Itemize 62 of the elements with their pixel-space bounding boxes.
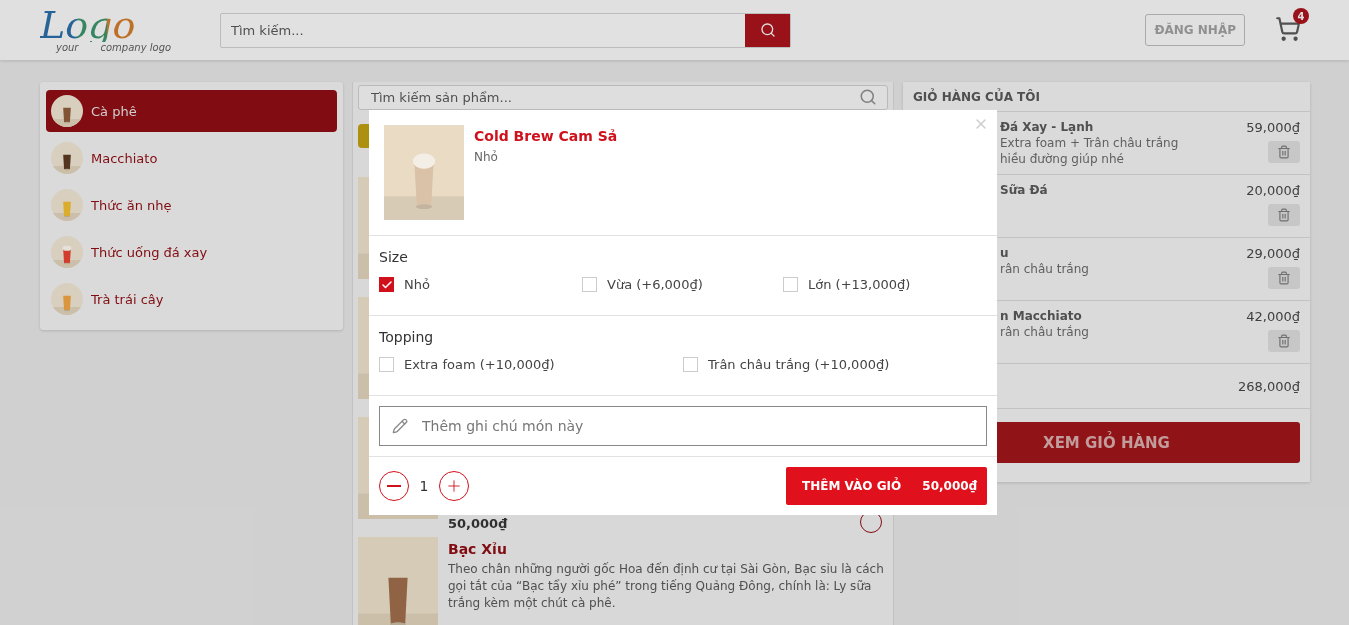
section-title: Size	[379, 249, 409, 265]
note-field[interactable]: Thêm ghi chú món này	[379, 406, 987, 446]
minus-icon	[387, 485, 401, 487]
cart-item-note: hiều đường giúp nhé	[1000, 152, 1125, 166]
cart-item-note: Extra foam + Trân châu trắng	[1000, 136, 1180, 150]
search-button[interactable]	[745, 13, 790, 47]
cart-item-name: Sữa Đá	[1000, 183, 1049, 197]
cart-count-badge: 4	[1293, 8, 1309, 24]
trash-icon	[1277, 145, 1291, 159]
option-label: Extra foam (+10,000₫)	[404, 357, 555, 372]
option-checkbox[interactable]: Extra foam (+10,000₫)	[379, 357, 683, 372]
delete-button[interactable]	[1268, 330, 1300, 352]
checkbox[interactable]	[379, 277, 394, 292]
cart-item-name: n Macchiato	[1000, 309, 1083, 323]
product-name[interactable]: Bạc Xỉu	[448, 541, 888, 557]
category-item[interactable]: Thức uống đá xay	[46, 231, 337, 273]
decrease-button[interactable]	[379, 471, 409, 501]
product-description: Theo chân những người gốc Hoa đến định cư tại Sài Gòn, Bạc sỉu là cách gọi tắt của “Bạc tẩy xỉu phé” trong tiếng Quảng Đông, chính là: Ly sữa trắng kèm một chút cà phê.	[448, 561, 885, 612]
category-item[interactable]: Thức ăn nhẹ	[46, 184, 337, 226]
trash-icon	[1277, 334, 1291, 348]
cart-item-note: rân châu trắng	[1000, 325, 1090, 339]
quantity: 1	[419, 478, 429, 494]
cart-item-note: rân châu trắng	[1000, 262, 1090, 276]
plus-icon	[445, 477, 463, 495]
cart-total: 268,000₫	[1237, 378, 1300, 394]
product-price: 50,000₫	[448, 516, 509, 531]
search-icon	[859, 88, 877, 107]
option-label: Lớn (+13,000₫)	[808, 277, 911, 292]
add-to-cart-button[interactable]: THÊM VÀO GIỎ 50,000₫	[786, 467, 987, 505]
selected-size: Nhỏ	[474, 150, 499, 164]
category-item[interactable]: Cà phê	[46, 90, 337, 132]
product-search-field[interactable]: Tìm kiếm sản phẩm...	[358, 85, 888, 110]
trash-icon	[1277, 208, 1291, 222]
increase-button[interactable]	[439, 471, 469, 501]
logo-tagline: your	[56, 41, 79, 53]
option-label: Trân châu trắng (+10,000₫)	[708, 357, 890, 372]
option-checkbox[interactable]: Nhỏ	[379, 277, 582, 292]
cart-item-price: 59,000₫	[1246, 120, 1300, 135]
option-checkbox[interactable]: Lớn (+13,000₫)	[783, 277, 987, 292]
cart-item-price: 20,000₫	[1246, 183, 1300, 198]
delete-button[interactable]	[1268, 141, 1300, 163]
logo-tagline: company logo	[100, 41, 172, 53]
option-label: Nhỏ	[404, 277, 430, 292]
cart-title: GIỎ HÀNG CỦA TÔI	[913, 89, 1040, 104]
category-item[interactable]: Trà trái cây	[46, 278, 337, 320]
delete-button[interactable]	[1268, 267, 1300, 289]
option-checkbox[interactable]: Vừa (+6,000₫)	[582, 277, 783, 292]
cart-item-price: 29,000₫	[1246, 246, 1300, 261]
delete-button[interactable]	[1268, 204, 1300, 226]
section-title: Topping	[379, 329, 435, 345]
cart-item-price: 42,000₫	[1246, 309, 1300, 324]
product-search-input[interactable]: Tìm kiếm sản phẩm...	[369, 88, 859, 106]
cart-item-name: Đá Xay - Lạnh	[1000, 120, 1095, 134]
check-icon	[380, 278, 393, 291]
trash-icon	[1277, 271, 1291, 285]
cart-item-name: u	[1000, 246, 1010, 260]
pencil-icon	[392, 418, 408, 434]
search-icon	[759, 22, 776, 38]
category-item[interactable]: Macchiato	[46, 137, 337, 179]
option-label: Vừa (+6,000₫)	[607, 277, 703, 292]
option-checkbox[interactable]: Trân châu trắng (+10,000₫)	[683, 357, 987, 372]
dialog-title: Cold Brew Cam Sả	[474, 128, 618, 144]
